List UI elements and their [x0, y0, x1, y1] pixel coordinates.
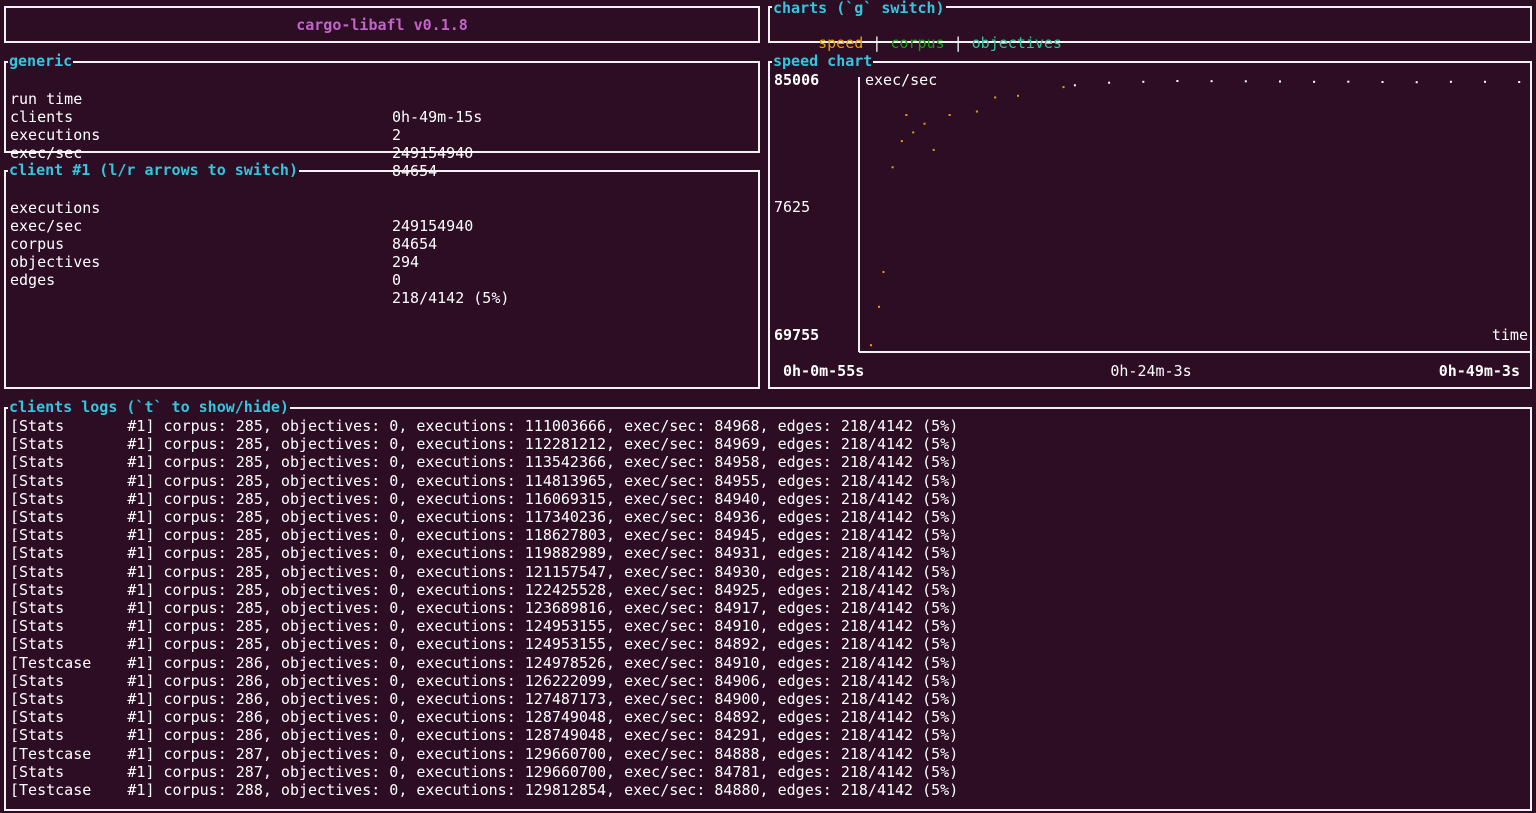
- log-line: [Stats #1] corpus: 285, objectives: 0, e…: [10, 508, 959, 526]
- stat-value: 0h-49m-15s: [392, 108, 483, 126]
- log-line: [Stats #1] corpus: 286, objectives: 0, e…: [10, 726, 959, 745]
- chart-point: [1062, 86, 1065, 89]
- log-line: [Stats #1] corpus: 285, objectives: 0, e…: [10, 526, 959, 545]
- client-panel-title: client #1 (l/r arrows to switch): [8, 161, 299, 179]
- stat-row: exec/sec 84654: [10, 199, 437, 253]
- chart-point: [1279, 80, 1281, 83]
- log-line: [Stats #1] corpus: 285, objectives: 0, e…: [10, 435, 959, 454]
- chart-point: [891, 166, 894, 169]
- chart-point: [1210, 80, 1213, 83]
- tab-speed[interactable]: speed: [818, 34, 863, 52]
- log-line: [Stats #1] corpus: 285, objectives: 0, e…: [10, 562, 959, 581]
- y-tick-label: 85006: [774, 71, 819, 89]
- log-line: [Stats #1] corpus: 285, objectives: 0, e…: [10, 489, 959, 508]
- stat-row: run time 0h-49m-15s: [10, 72, 482, 126]
- tab-separator: |: [953, 34, 963, 52]
- speed-chart: 85006 7625 69755 exec/sec time 0h-0m-55s…: [774, 71, 1530, 380]
- log-line: [Testcase #1] corpus: 288, objectives: 0…: [10, 781, 959, 799]
- stat-value: 218/4142 (5%): [392, 289, 510, 307]
- stat-value: 0: [392, 271, 402, 289]
- x-tick-label: 0h-49m-3s: [1439, 362, 1520, 380]
- y-axis-label: exec/sec: [865, 71, 937, 89]
- stat-row: objectives 0: [10, 235, 401, 289]
- chart-point: [905, 114, 908, 116]
- logs-panel-title: clients logs (`t` to show/hide): [8, 398, 290, 416]
- title-panel: cargo-libafl v0.1.8: [4, 6, 760, 43]
- client-panel: client #1 (l/r arrows to switch) executi…: [4, 161, 760, 389]
- stat-label: exec/sec: [10, 144, 83, 162]
- log-line: [Stats #1] corpus: 287, objectives: 0, e…: [10, 762, 959, 781]
- log-line: [Stats #1] corpus: 286, objectives: 0, e…: [10, 671, 959, 690]
- charts-switch-panel: charts (`g` switch) speed | corpus | obj…: [768, 0, 1532, 52]
- chart-point: [1176, 80, 1179, 82]
- speed-chart-panel: speed chart 85006 7625 69755 exec/sec ti…: [768, 52, 1532, 389]
- chart-point: [1381, 81, 1384, 83]
- x-tick-label: 0h-24m-3s: [1110, 362, 1191, 380]
- log-line: [Stats #1] corpus: 285, objectives: 0, e…: [10, 580, 959, 599]
- stat-label: edges: [10, 271, 56, 289]
- log-line: [Stats #1] corpus: 286, objectives: 0, e…: [10, 708, 959, 727]
- log-line: [Stats #1] corpus: 286, objectives: 0, e…: [10, 690, 959, 708]
- chart-point: [932, 148, 935, 151]
- chart-point: [1108, 81, 1111, 84]
- chart-point: [882, 271, 885, 273]
- log-line: [Stats #1] corpus: 285, objectives: 0, e…: [10, 471, 959, 490]
- logs-panel: clients logs (`t` to show/hide) [Stats #…: [4, 398, 1532, 811]
- x-tick-label: 0h-0m-55s: [783, 362, 864, 380]
- stat-row: edges 218/4142 (5%): [10, 253, 509, 307]
- log-line: [Stats #1] corpus: 285, objectives: 0, e…: [10, 635, 959, 654]
- chart-point: [1518, 81, 1521, 83]
- stat-value: 294: [392, 253, 420, 271]
- chart-point: [870, 344, 872, 347]
- chart-point: [994, 96, 997, 99]
- stat-row: executions 249154940: [10, 181, 473, 235]
- chart-point: [1415, 81, 1418, 84]
- chart-point: [1244, 80, 1247, 83]
- x-axis-label: time: [1492, 326, 1528, 344]
- chart-point: [975, 110, 978, 113]
- y-tick-label: 69755: [774, 326, 819, 344]
- chart-point: [948, 114, 951, 116]
- stat-value: 249154940: [392, 144, 474, 162]
- log-list[interactable]: [Stats #1] corpus: 285, objectives: 0, e…: [6, 417, 1530, 809]
- stat-value: 84654: [392, 235, 438, 253]
- stat-row: clients 2: [10, 90, 401, 144]
- log-line: [Testcase #1] corpus: 286, objectives: 0…: [10, 653, 959, 672]
- log-line: [Stats #1] corpus: 285, objectives: 0, e…: [10, 453, 959, 472]
- chart-point: [878, 305, 880, 308]
- stat-value: 2: [392, 126, 402, 144]
- stat-value: 249154940: [392, 217, 474, 235]
- log-line: [Testcase #1] corpus: 287, objectives: 0…: [10, 744, 959, 763]
- tab-corpus[interactable]: corpus: [890, 34, 944, 52]
- app-title: cargo-libafl v0.1.8: [296, 16, 468, 34]
- tab-separator: |: [872, 34, 882, 52]
- generic-panel-title: generic: [8, 52, 74, 70]
- y-tick-label: 7625: [774, 198, 810, 216]
- tab-objectives[interactable]: objectives: [972, 34, 1062, 52]
- chart-point: [1347, 80, 1350, 83]
- log-line: [Stats #1] corpus: 285, objectives: 0, e…: [10, 599, 959, 617]
- chart-point: [1017, 94, 1019, 97]
- chart-point: [900, 140, 903, 143]
- chart-point: [1449, 80, 1452, 83]
- chart-point: [1313, 80, 1316, 83]
- chart-point: [1484, 80, 1486, 83]
- charts-panel-title: charts (`g` switch): [772, 0, 946, 17]
- stat-row: corpus 294: [10, 217, 419, 271]
- log-line: [Stats #1] corpus: 285, objectives: 0, e…: [10, 617, 959, 636]
- chart-point: [912, 131, 915, 134]
- chart-point: [1073, 84, 1076, 87]
- stat-row: exec/sec 84654: [10, 126, 437, 180]
- log-line: [Stats #1] corpus: 285, objectives: 0, e…: [10, 417, 959, 435]
- chart-point: [923, 122, 926, 125]
- stat-row: executions 249154940: [10, 108, 473, 162]
- generic-panel: generic run time 0h-49m-15s clients 2 ex…: [4, 52, 760, 180]
- chart-points: [870, 80, 1521, 347]
- chart-point: [1142, 80, 1145, 83]
- log-line: [Stats #1] corpus: 285, objectives: 0, e…: [10, 544, 959, 563]
